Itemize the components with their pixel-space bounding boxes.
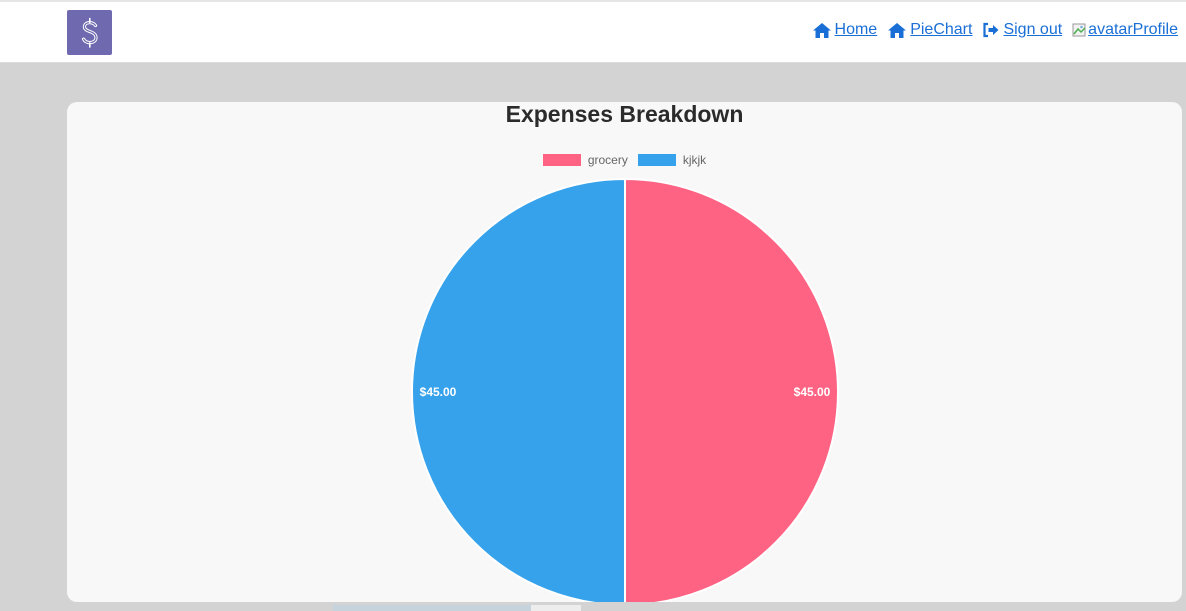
sign-out-icon xyxy=(983,22,999,38)
nav-link-home[interactable]: Home xyxy=(812,21,878,39)
chart-card: Expenses Breakdown grocery kjkjk $45.00 $… xyxy=(67,102,1182,602)
pie-chart: $45.00 $45.00 xyxy=(411,177,839,602)
nav-link-sign-out-label: Sign out xyxy=(1003,21,1063,38)
pie-data-label-kjkjk: $45.00 xyxy=(420,385,457,399)
nav-links: Home PieChart Sign out avatar Profile xyxy=(812,21,1178,39)
nav-link-piechart-label: PieChart xyxy=(910,21,973,38)
dollar-icon xyxy=(81,17,98,48)
bottom-scroll-strip xyxy=(333,605,531,611)
nav-link-home-label: Home xyxy=(834,21,878,38)
nav-link-sign-out[interactable]: Sign out xyxy=(982,21,1062,39)
avatar-alt-text: avatar xyxy=(1088,21,1133,38)
pie-data-label-grocery: $45.00 xyxy=(794,385,831,399)
brand-logo[interactable] xyxy=(67,10,112,55)
nav-link-profile[interactable]: avatar Profile xyxy=(1072,21,1178,39)
avatar: avatar xyxy=(1072,21,1133,39)
navbar: Home PieChart Sign out avatar Profile xyxy=(0,0,1186,63)
home-icon xyxy=(812,22,831,38)
bottom-scroll-strip-end xyxy=(531,605,581,611)
broken-image-icon xyxy=(1072,23,1086,37)
nav-link-profile-label: Profile xyxy=(1132,21,1178,38)
nav-link-piechart[interactable]: PieChart xyxy=(887,21,972,39)
home-icon xyxy=(888,22,907,38)
